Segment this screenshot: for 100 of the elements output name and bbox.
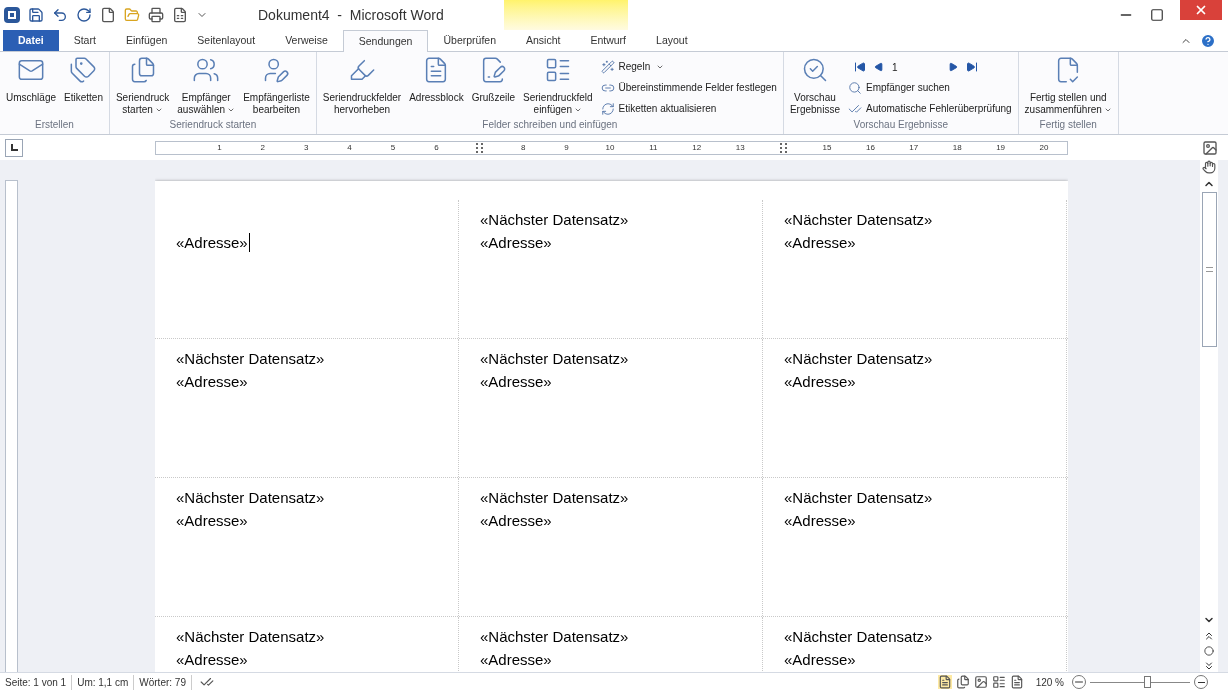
merge-field: «Adresse» bbox=[480, 648, 552, 671]
merge-field: «Adresse» bbox=[784, 509, 856, 532]
merge-field: «Nächster Datensatz» bbox=[480, 625, 629, 648]
word-logo-icon bbox=[4, 7, 20, 23]
merge-field: «Nächster Datensatz» bbox=[176, 625, 325, 648]
zoom-level[interactable]: 120 % bbox=[1035, 674, 1064, 690]
ribbon-tab[interactable]: Layout bbox=[641, 30, 703, 51]
merge-field: «Adresse» bbox=[480, 509, 552, 532]
refresh-icon bbox=[600, 102, 615, 116]
ribbon-tab[interactable]: Entwurf bbox=[575, 30, 642, 51]
merge-field: «Adresse» bbox=[176, 231, 248, 254]
merge-field: «Nächster Datensatz» bbox=[480, 208, 629, 231]
ruler-number: 18 bbox=[952, 141, 962, 154]
group-label: Erstellen bbox=[34, 118, 75, 132]
first-record-icon[interactable] bbox=[853, 61, 866, 73]
maximize-icon[interactable] bbox=[1150, 8, 1164, 22]
ribbon-button[interactable]: Fertig stellen und zusammenführen bbox=[1022, 56, 1114, 116]
ruler-number: 20 bbox=[1039, 141, 1049, 154]
column-marker[interactable] bbox=[476, 142, 484, 153]
next-record-icon[interactable] bbox=[947, 62, 958, 72]
browse-object-icon[interactable] bbox=[1204, 646, 1214, 656]
ribbon-tab[interactable]: Verweise bbox=[270, 30, 343, 51]
search-icon bbox=[847, 81, 862, 95]
status-text: Seite: 1 von 1 bbox=[0, 674, 73, 690]
column-marker[interactable] bbox=[780, 142, 788, 153]
group-label: Seriendruck starten bbox=[168, 118, 258, 132]
merge-field: «Adresse» bbox=[784, 648, 856, 671]
merge-field: «Nächster Datensatz» bbox=[784, 486, 933, 509]
group-label: Fertig stellen bbox=[1038, 118, 1098, 132]
ribbon-button[interactable]: Etiketten aktualisieren bbox=[598, 100, 779, 118]
close-button[interactable] bbox=[1180, 0, 1222, 20]
next-page-icon[interactable] bbox=[1203, 660, 1215, 672]
ribbon-button[interactable]: Automatische Fehlerüberprüfung bbox=[845, 100, 1014, 118]
ribbon-tab[interactable]: Ansicht bbox=[511, 30, 576, 51]
merge-field: «Adresse» bbox=[784, 231, 856, 254]
tab-selector[interactable] bbox=[5, 138, 23, 157]
ribbon-button[interactable]: Adressblock bbox=[407, 56, 466, 104]
ribbon-button[interactable]: Seriendruck starten bbox=[113, 56, 172, 116]
ribbon-button[interactable]: Regeln bbox=[598, 58, 779, 76]
zoom-slider-thumb[interactable] bbox=[1143, 676, 1151, 688]
merge-field: «Adresse» bbox=[176, 509, 248, 532]
ribbon-button[interactable]: Umschläge bbox=[4, 56, 59, 104]
reading-view-icon[interactable] bbox=[955, 675, 970, 689]
ribbon-button[interactable]: Übereinstimmende Felder festlegen bbox=[598, 79, 779, 97]
merge-field: «Nächster Datensatz» bbox=[480, 486, 629, 509]
last-record-icon[interactable] bbox=[965, 61, 978, 73]
merge-field: «Nächster Datensatz» bbox=[480, 347, 629, 370]
ruler-number: 17 bbox=[909, 141, 919, 154]
previous-record-icon[interactable] bbox=[873, 62, 884, 72]
ruler-number: 4 bbox=[347, 141, 352, 154]
ribbon-tab[interactable]: Seitenlayout bbox=[182, 30, 271, 51]
scrollbar-thumb[interactable] bbox=[1201, 192, 1217, 347]
ruler-number: 2 bbox=[260, 141, 265, 154]
proofing-icon[interactable] bbox=[199, 675, 214, 689]
ruler-number: 16 bbox=[865, 141, 875, 154]
ribbon-button[interactable]: Grußzeile bbox=[469, 56, 518, 104]
ribbon-tab[interactable]: Sendungen bbox=[342, 30, 429, 52]
merge-field: «Nächster Datensatz» bbox=[784, 347, 933, 370]
merge-field: «Nächster Datensatz» bbox=[784, 625, 933, 648]
ruler-number: 1 bbox=[217, 141, 222, 154]
new-document-icon[interactable] bbox=[100, 7, 116, 23]
merge-field: «Adresse» bbox=[784, 370, 856, 393]
merge-field: «Nächster Datensatz» bbox=[176, 347, 325, 370]
table-icon[interactable] bbox=[172, 7, 188, 23]
ruler-number: 19 bbox=[996, 141, 1006, 154]
ribbon-button[interactable]: Seriendruckfelder hervorheben bbox=[320, 56, 404, 116]
web-layout-icon[interactable] bbox=[973, 675, 988, 689]
print-layout-icon[interactable] bbox=[937, 675, 952, 689]
redo-icon[interactable] bbox=[76, 7, 92, 23]
group-label: Felder schreiben und einfügen bbox=[481, 118, 619, 132]
ribbon-tab[interactable]: Überprüfen bbox=[428, 30, 511, 51]
ribbon-button[interactable]: Etiketten bbox=[62, 56, 105, 104]
help-icon[interactable] bbox=[1200, 33, 1216, 49]
undo-icon[interactable] bbox=[52, 7, 68, 23]
ribbon-button[interactable]: Vorschau Ergebnisse bbox=[787, 56, 842, 116]
ruler-number: 13 bbox=[735, 141, 745, 154]
record-field[interactable]: 1 bbox=[891, 59, 940, 75]
ruler-number: 3 bbox=[303, 141, 309, 154]
ribbon-button[interactable]: Empfänger auswählen bbox=[175, 56, 238, 116]
merge-field: «Nächster Datensatz» bbox=[176, 486, 325, 509]
ribbon-tab[interactable]: Start bbox=[58, 30, 111, 51]
hand-icon[interactable] bbox=[1202, 160, 1216, 174]
ruler-number: 12 bbox=[692, 141, 702, 154]
file-tab[interactable]: Datei bbox=[3, 30, 59, 51]
save-icon[interactable] bbox=[28, 7, 44, 23]
draft-icon[interactable] bbox=[1009, 675, 1024, 689]
zoom-slider[interactable] bbox=[1090, 676, 1190, 688]
ruler-number: 15 bbox=[822, 141, 832, 154]
ribbon-button[interactable]: Empfänger suchen bbox=[845, 79, 1014, 97]
ribbon-tab[interactable]: Einfügen bbox=[110, 30, 183, 51]
outline-icon[interactable] bbox=[991, 675, 1006, 689]
link-icon bbox=[600, 81, 615, 95]
printer-icon[interactable] bbox=[148, 7, 164, 23]
previous-page-icon[interactable] bbox=[1203, 630, 1215, 642]
ribbon-button[interactable]: Seriendruckfeld einfügen bbox=[521, 56, 595, 116]
ribbon-button[interactable]: Empfängerliste bearbeiten bbox=[241, 56, 312, 116]
group-label: Vorschau Ergebnisse bbox=[852, 118, 950, 132]
window-title: Dokument4 - Microsoft Word bbox=[258, 5, 444, 25]
view-ruler-icon[interactable] bbox=[1202, 139, 1218, 156]
merge-field: «Adresse» bbox=[176, 370, 248, 393]
